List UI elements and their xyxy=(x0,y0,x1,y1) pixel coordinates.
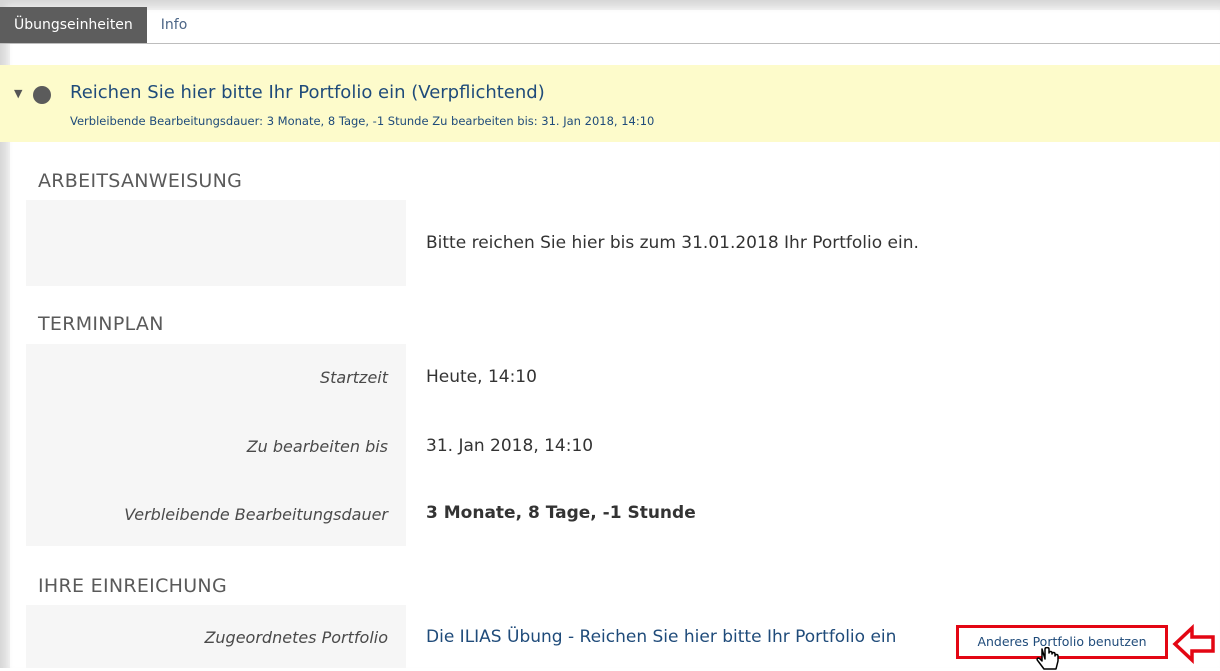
schedule-value-remaining: 3 Monate, 8 Tage, -1 Stunde xyxy=(426,503,696,523)
schedule-label-start: Startzeit xyxy=(319,368,388,387)
schedule-value-start: Heute, 14:10 xyxy=(426,367,537,387)
tab-info[interactable]: Info xyxy=(147,7,202,43)
schedule-label-remaining: Verbleibende Bearbeitungsdauer xyxy=(124,505,388,524)
status-dot-icon xyxy=(33,86,51,104)
instructions-label-cell xyxy=(26,200,406,286)
tab-uebungseinheiten[interactable]: Übungseinheiten xyxy=(0,7,147,43)
collapse-triangle-icon[interactable]: ▼ xyxy=(14,87,22,100)
assignment-title[interactable]: Reichen Sie hier bitte Ihr Portfolio ein… xyxy=(70,82,545,103)
red-arrow-icon xyxy=(1172,624,1215,664)
portfolio-link[interactable]: Die ILIAS Übung - Reichen Sie hier bitte… xyxy=(426,627,896,647)
instructions-heading: ARBEITSANWEISUNG xyxy=(38,170,243,192)
instructions-text: Bitte reichen Sie hier bis zum 31.01.201… xyxy=(426,233,919,253)
submission-label: Zugeordnetes Portfolio xyxy=(204,628,388,647)
schedule-label-deadline: Zu bearbeiten bis xyxy=(246,437,388,456)
assignment-subtitle: Verbleibende Bearbeitungsdauer: 3 Monate… xyxy=(70,114,655,128)
tab-bar: Übungseinheiten Info xyxy=(0,6,1220,44)
schedule-value-deadline: 31. Jan 2018, 14:10 xyxy=(426,436,594,456)
submission-heading: IHRE EINREICHUNG xyxy=(38,575,227,597)
hand-pointer-icon xyxy=(1036,647,1059,670)
schedule-heading: TERMINPLAN xyxy=(38,313,164,335)
change-portfolio-button[interactable]: Anderes Portfolio benutzen xyxy=(956,625,1168,659)
assignment-header[interactable]: ▼ Reichen Sie hier bitte Ihr Portfolio e… xyxy=(0,65,1220,142)
